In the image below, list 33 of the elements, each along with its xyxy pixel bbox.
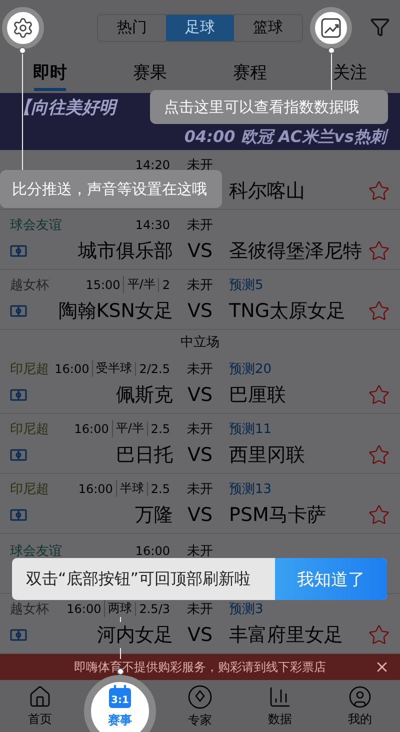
tooltip: 点击这里可以查看指数数据哦 [150,90,388,124]
match-status: 未开 [186,542,214,560]
prediction-label: 预测3 [229,600,264,618]
vs-label: VS [186,444,214,466]
match-status: 未开 [186,480,214,498]
league-label: 印尼超 [10,360,49,378]
handicap-label: 平/半 [123,276,158,293]
tooltip-text: 双击“底部按钮”可回顶部刷新啦 [25,568,252,590]
league-label: 球会友谊 [10,216,62,234]
vs-label: VS [186,624,214,646]
match-status: 未开 [186,600,214,618]
match-status: 未开 [186,420,214,438]
prediction-label: 预测13 [229,480,272,498]
vs-label: VS [186,300,214,322]
banner-title: 【向往美好明 [14,96,116,118]
prediction-label: 预测5 [229,276,264,294]
match-status: 未开 [186,276,214,294]
home-team: 河内女足 [97,622,173,648]
vs-label: VS [186,384,214,406]
prediction-label: 预测11 [229,420,272,438]
league-label: 越女杯 [10,600,49,618]
league-label: 越女杯 [10,276,49,294]
match-status: 未开 [186,360,214,378]
vs-label: VS [186,240,214,262]
league-label: 印尼超 [10,420,49,438]
prediction-label: 预测20 [229,360,272,378]
banner-subtitle: 04:00 欧冠 AC米兰vs热刺 [184,126,386,148]
section-label: 中立场 [180,334,220,351]
vs-label: VS [186,504,214,526]
match-status: 未开 [186,216,214,234]
league-label: 印尼超 [10,480,49,498]
league-label: 球会友谊 [10,542,62,560]
tooltip: 比分推送，声音等设置在这哦 [0,170,222,208]
